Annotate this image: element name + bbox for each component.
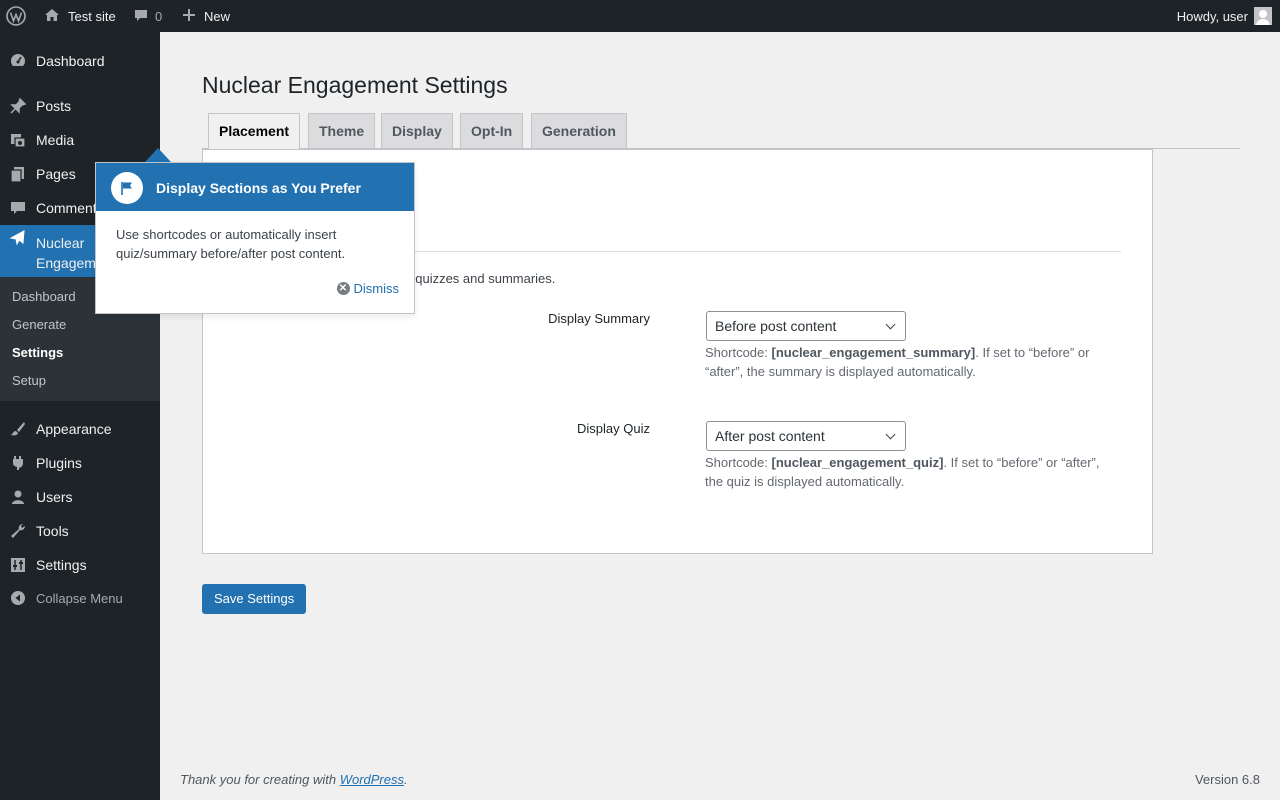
comment-icon [133, 7, 149, 26]
feature-pointer: Display Sections as You Prefer Use short… [95, 162, 415, 314]
admin-sidebar: Dashboard Posts Media Pages Comments Nuc… [0, 32, 160, 800]
sidebar-item-tools[interactable]: Tools [0, 514, 160, 548]
sidebar-item-label: Tools [36, 523, 69, 539]
footer-thanks-suffix: . [404, 772, 408, 787]
site-name-link[interactable]: Test site [44, 0, 116, 32]
comment-icon [9, 199, 27, 217]
display-quiz-value: After post content [715, 428, 825, 444]
display-summary-help: Shortcode: [nuclear_engagement_summary].… [705, 343, 1105, 381]
site-name: Test site [68, 8, 116, 24]
howdy-text: Howdy, user [1176, 8, 1248, 24]
dismiss-label: Dismiss [353, 281, 400, 296]
sidebar-item-label: Users [36, 489, 73, 505]
display-quiz-label: Display Quiz [577, 421, 650, 436]
page-title: Nuclear Engagement Settings [202, 72, 508, 98]
footer-version: Version 6.8 [1194, 772, 1260, 787]
help-prefix: Shortcode: [705, 455, 772, 470]
sidebar-item-users[interactable]: Users [0, 480, 160, 514]
footer-thanks-text: Thank you for creating with [180, 772, 340, 787]
sidebar-item-settings[interactable]: Settings [0, 548, 160, 582]
sidebar-item-dashboard[interactable]: Dashboard [0, 44, 160, 78]
collapse-label: Collapse Menu [36, 590, 123, 606]
display-summary-select[interactable]: Before post content [706, 311, 906, 341]
sidebar-item-plugins[interactable]: Plugins [0, 446, 160, 480]
submenu-item-dashboard[interactable]: Dashboard [12, 289, 76, 304]
user-icon [9, 488, 27, 506]
plane-icon [9, 229, 27, 247]
sidebar-item-label: Posts [36, 98, 72, 114]
footer-thanks: Thank you for creating with WordPress. [180, 772, 408, 787]
brush-icon [9, 420, 27, 438]
comments-count: 0 [155, 8, 163, 24]
pointer-body: Use shortcodes or automatically insert q… [116, 227, 346, 261]
tab-generation[interactable]: Generation [531, 113, 627, 149]
display-quiz-help: Shortcode: [nuclear_engagement_quiz]. If… [705, 453, 1105, 491]
avatar [1254, 7, 1272, 25]
sliders-icon [9, 556, 27, 574]
home-icon [44, 7, 60, 26]
admin-bar: Test site 0 New Howdy, user [0, 0, 1280, 32]
plus-icon [182, 8, 196, 25]
help-prefix: Shortcode: [705, 345, 772, 360]
sidebar-item-label: Settings [36, 557, 87, 573]
plug-icon [9, 454, 27, 472]
collapse-icon [9, 589, 27, 607]
save-settings-button[interactable]: Save Settings [202, 584, 307, 614]
shortcode-summary: [nuclear_engagement_summary] [771, 345, 976, 360]
main-content: Nuclear Engagement Settings Placement Th… [160, 32, 1280, 800]
shortcode-quiz: [nuclear_engagement_quiz] [771, 455, 944, 470]
sidebar-item-appearance[interactable]: Appearance [0, 412, 160, 446]
sidebar-item-label: Pages [36, 166, 76, 182]
pin-icon [9, 97, 27, 115]
wrench-icon [9, 522, 27, 540]
sidebar-item-media[interactable]: Media [0, 123, 160, 157]
pages-icon [9, 165, 27, 183]
pointer-title: Display Sections as You Prefer [156, 180, 361, 196]
sidebar-item-label: Appearance [36, 421, 112, 437]
new-content-link[interactable]: New [182, 0, 230, 32]
submenu-item-generate[interactable]: Generate [12, 317, 66, 332]
tab-theme[interactable]: Theme [308, 113, 376, 149]
sidebar-item-label: Comments [36, 200, 104, 216]
section-description: lay quizzes and summaries. [395, 271, 556, 286]
pointer-header: Display Sections as You Prefer [96, 163, 414, 211]
tab-opt-in[interactable]: Opt-In [460, 113, 524, 149]
dismiss-icon: ✕ [336, 282, 350, 295]
tab-display[interactable]: Display [381, 113, 453, 149]
comments-link[interactable]: 0 [133, 0, 162, 32]
dashboard-icon [9, 52, 27, 70]
settings-tabs: Placement Theme Display Opt-In Generatio… [202, 113, 1240, 150]
media-icon [9, 131, 27, 149]
collapse-menu-button[interactable]: Collapse Menu [0, 581, 160, 615]
display-summary-label: Display Summary [548, 311, 650, 326]
pointer-arrow [145, 148, 171, 162]
wordpress-link[interactable]: WordPress [340, 772, 404, 787]
dismiss-button[interactable]: ✕ Dismiss [336, 281, 400, 296]
display-quiz-select[interactable]: After post content [706, 421, 906, 451]
sidebar-item-label: Plugins [36, 455, 82, 471]
sidebar-item-label: Dashboard [36, 53, 105, 69]
tab-placement[interactable]: Placement [208, 113, 301, 150]
new-label: New [204, 8, 231, 24]
wordpress-logo-icon[interactable] [6, 0, 28, 32]
sidebar-item-label: Media [36, 132, 75, 148]
sidebar-item-posts[interactable]: Posts [0, 89, 160, 123]
account-menu[interactable]: Howdy, user [1177, 0, 1272, 32]
submenu-item-setup[interactable]: Setup [12, 373, 46, 388]
flag-icon [111, 172, 143, 204]
submenu-item-settings[interactable]: Settings [12, 345, 63, 360]
display-summary-value: Before post content [715, 318, 837, 334]
